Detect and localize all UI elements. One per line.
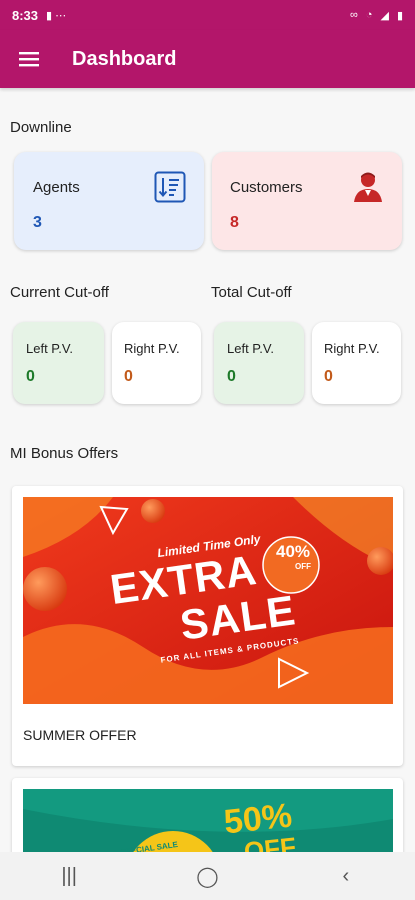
- current-right-pv-card[interactable]: Right P.V. 0: [112, 322, 201, 404]
- home-icon[interactable]: ◯: [177, 864, 237, 889]
- agents-card[interactable]: Agents 3: [14, 152, 204, 250]
- downline-label: Downline: [10, 119, 72, 136]
- offer-card[interactable]: Limited Time Only EXTRA SALE 40% OFF FOR…: [12, 486, 403, 766]
- menu-icon: [19, 52, 39, 67]
- back-icon[interactable]: ‹: [316, 865, 376, 888]
- total-right-pv-card[interactable]: Right P.V. 0: [312, 322, 401, 404]
- sort-list-icon: [154, 171, 186, 203]
- link-icon: ∞: [349, 9, 358, 21]
- offer-caption: SUMMER OFFER: [23, 727, 137, 743]
- customer-person-icon: [354, 172, 382, 202]
- current-left-pv-label: Left P.V.: [26, 341, 73, 356]
- offer-card[interactable]: 50% OFF SPECIAL SALE: [12, 778, 403, 858]
- customers-count: 8: [230, 214, 239, 231]
- total-right-pv-value: 0: [324, 368, 333, 385]
- status-time: 8:33: [12, 7, 39, 23]
- notification-icon: ▮ ⋯: [46, 9, 67, 22]
- total-right-pv-label: Right P.V.: [324, 341, 380, 356]
- agents-label: Agents: [33, 179, 80, 196]
- system-nav-bar: ||| ◯ ‹: [0, 852, 415, 900]
- total-left-pv-card[interactable]: Left P.V. 0: [214, 322, 304, 404]
- wifi-icon: ◔: [365, 9, 373, 21]
- offer-banner-image: [23, 789, 393, 858]
- signal-icon: ◢: [380, 9, 389, 22]
- total-left-pv-value: 0: [227, 368, 236, 385]
- current-right-pv-label: Right P.V.: [124, 341, 180, 356]
- banner-badge-off: OFF: [295, 562, 311, 571]
- battery-icon: ▮: [396, 9, 403, 22]
- app-bar: Dashboard: [0, 30, 415, 88]
- bonus-offers-label: MI Bonus Offers: [10, 445, 119, 462]
- status-bar: 8:33 ▮ ⋯ ∞ ◔ ◢ ▮: [0, 0, 415, 30]
- recent-apps-icon[interactable]: |||: [39, 865, 99, 888]
- page-title: Dashboard: [72, 47, 177, 70]
- banner-badge-percent: 40%: [276, 542, 311, 561]
- current-left-pv-card[interactable]: Left P.V. 0: [13, 322, 104, 404]
- total-left-pv-label: Left P.V.: [227, 341, 274, 356]
- customers-card[interactable]: Customers 8: [212, 152, 402, 250]
- agents-count: 3: [33, 214, 42, 231]
- total-cutoff-label: Total Cut-off: [211, 284, 292, 301]
- current-cutoff-label: Current Cut-off: [10, 284, 109, 301]
- current-right-pv-value: 0: [124, 368, 133, 385]
- current-left-pv-value: 0: [26, 368, 35, 385]
- customers-label: Customers: [230, 179, 303, 196]
- hamburger-menu-button[interactable]: [0, 30, 58, 88]
